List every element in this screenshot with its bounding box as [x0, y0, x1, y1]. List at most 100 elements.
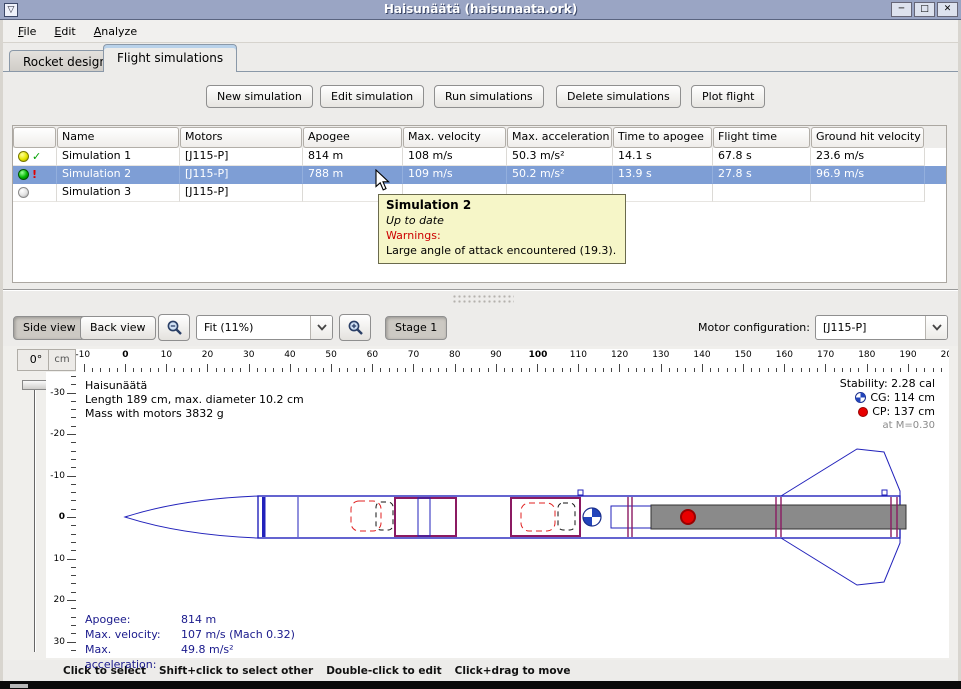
back-view-button[interactable]: Back view	[80, 316, 156, 340]
h-ruler-label: 170	[817, 350, 834, 360]
cell-motors: [J115-P]	[180, 166, 303, 184]
h-ruler-label: 160	[776, 350, 793, 360]
column-header-ground-hit-velocity[interactable]: Ground hit velocity	[811, 127, 924, 148]
window-title: Haisunäätä (haisunaata.ork)	[0, 2, 961, 16]
cell-flight-time	[713, 184, 811, 202]
close-button[interactable]: ✕	[937, 2, 958, 17]
tooltip-title: Simulation 2	[386, 198, 618, 213]
stability-info: Stability: 2.28 cal CG: 114 cm CP: 137 c…	[700, 377, 935, 432]
h-ruler-label: 0	[122, 350, 128, 360]
motor-configuration-select[interactable]: [J115-P]	[815, 315, 948, 340]
cell-apogee: 814 m	[303, 148, 403, 166]
flight-stat-row: Apogee:814 m	[85, 612, 295, 627]
run-simulations-button[interactable]: Run simulations	[434, 85, 544, 108]
status-hint: Click+drag to move	[455, 665, 571, 677]
cell-max-velocity: 109 m/s	[403, 166, 507, 184]
rocket-name: Haisunäätä	[85, 379, 304, 393]
menu-edit[interactable]: Edit	[45, 22, 84, 41]
plot-flight-button[interactable]: Plot flight	[691, 85, 765, 108]
column-header-motors[interactable]: Motors	[180, 127, 302, 148]
cell-name: Simulation 1	[57, 148, 180, 166]
h-ruler-label: 110	[570, 350, 587, 360]
tooltip-status: Up to date	[386, 213, 618, 228]
status-hint: Double-click to edit	[326, 665, 441, 677]
h-ruler-label: 140	[693, 350, 710, 360]
cell-ground-hit-velocity: 96.9 m/s	[811, 166, 925, 184]
cp-value: CP: 137 cm	[872, 405, 935, 418]
simulation-tooltip: Simulation 2 Up to date Warnings: Large …	[378, 194, 626, 264]
h-ruler-label: 20	[202, 350, 213, 360]
cell-time-to-apogee: 13.9 s	[613, 166, 713, 184]
delete-simulations-button[interactable]: Delete simulations	[556, 85, 681, 108]
column-header-flight-time[interactable]: Flight time	[713, 127, 810, 148]
edit-simulation-button[interactable]: Edit simulation	[320, 85, 424, 108]
cell-motors: [J115-P]	[180, 148, 303, 166]
cell-flight-time: 27.8 s	[713, 166, 811, 184]
column-header-name[interactable]: Name	[57, 127, 179, 148]
tab-flight-simulations[interactable]: Flight simulations	[103, 44, 237, 72]
rocket-mass: Mass with motors 3832 g	[85, 407, 304, 421]
h-ruler-label: 50	[325, 350, 336, 360]
rotation-slider-handle[interactable]	[22, 380, 48, 390]
cp-icon	[858, 407, 868, 417]
status-cell: !	[13, 166, 57, 184]
new-simulation-button[interactable]: New simulation	[206, 85, 313, 108]
h-ruler-label: 130	[652, 350, 669, 360]
flight-stats: Apogee:814 mMax. velocity:107 m/s (Mach …	[85, 612, 295, 672]
column-header-max-velocity[interactable]: Max. velocity	[403, 127, 506, 148]
zoom-out-button[interactable]	[158, 314, 190, 341]
h-ruler-label: 70	[408, 350, 419, 360]
zoom-level-value: Fit (11%)	[197, 321, 310, 334]
h-ruler-label: 180	[858, 350, 875, 360]
status-cell	[13, 184, 57, 202]
table-row[interactable]: ✓Simulation 1[J115-P]814 m108 m/s50.3 m/…	[13, 148, 946, 166]
motor-configuration-label: Motor configuration:	[688, 321, 810, 334]
h-ruler-label: 90	[490, 350, 501, 360]
zoom-in-button[interactable]	[339, 314, 371, 341]
cell-name: Simulation 2	[57, 166, 180, 184]
h-ruler-label: 30	[243, 350, 254, 360]
h-ruler-label: 100	[529, 350, 548, 360]
check-icon: ✓	[32, 150, 41, 163]
cell-time-to-apogee: 14.1 s	[613, 148, 713, 166]
table-row[interactable]: !Simulation 2[J115-P]788 m109 m/s50.2 m/…	[13, 166, 946, 184]
cell-motors: [J115-P]	[180, 184, 303, 202]
column-header-apogee[interactable]: Apogee	[303, 127, 402, 148]
status-gray-icon	[18, 187, 29, 198]
cg-value: CG: 114 cm	[870, 391, 935, 404]
h-ruler-label: 60	[367, 350, 378, 360]
column-header-max-acceleration[interactable]: Max. acceleration	[507, 127, 612, 148]
v-ruler-label: 0	[59, 512, 65, 522]
mach-condition: at M=0.30	[883, 419, 936, 432]
zoom-level-select[interactable]: Fit (11%)	[196, 315, 333, 340]
h-ruler-label: 120	[611, 350, 628, 360]
minimize-button[interactable]: ─	[891, 2, 912, 17]
menu-bar: FileEditAnalyze	[3, 20, 958, 43]
menu-analyze[interactable]: Analyze	[85, 22, 146, 41]
side-view-button[interactable]: Side view	[13, 316, 86, 340]
cell-flight-time: 67.8 s	[713, 148, 811, 166]
column-header-time-to-apogee[interactable]: Time to apogee	[613, 127, 712, 148]
tab-strip: Rocket design Flight simulations	[3, 43, 958, 72]
maximize-button[interactable]: □	[914, 2, 935, 17]
cell-name: Simulation 3	[57, 184, 180, 202]
menu-file[interactable]: File	[9, 22, 45, 41]
v-ruler-label: -20	[50, 429, 65, 439]
column-header-status[interactable]	[13, 127, 56, 148]
motor-configuration-value: [J115-P]	[816, 321, 925, 334]
rotation-slider-track[interactable]	[34, 390, 36, 652]
magnifier-minus-icon	[166, 319, 183, 336]
stage-1-toggle[interactable]: Stage 1	[385, 316, 447, 340]
v-ruler-label: -30	[50, 388, 65, 398]
split-drag-handle[interactable]	[452, 294, 514, 304]
tooltip-warning-text: Large angle of attack encountered (19.3)…	[386, 243, 618, 258]
chevron-down-icon	[925, 316, 947, 339]
window-resize-grip[interactable]	[10, 684, 28, 688]
h-ruler-label: -10	[76, 350, 90, 360]
stability-value: Stability: 2.28 cal	[840, 377, 935, 390]
window-bottom-border	[0, 681, 961, 689]
flight-stat-row: Max. velocity:107 m/s (Mach 0.32)	[85, 627, 295, 642]
title-bar[interactable]: ▽ Haisunäätä (haisunaata.ork) ─ □ ✕	[0, 0, 961, 20]
rocket-dimensions: Length 189 cm, max. diameter 10.2 cm	[85, 393, 304, 407]
v-ruler-label: 30	[54, 637, 65, 647]
